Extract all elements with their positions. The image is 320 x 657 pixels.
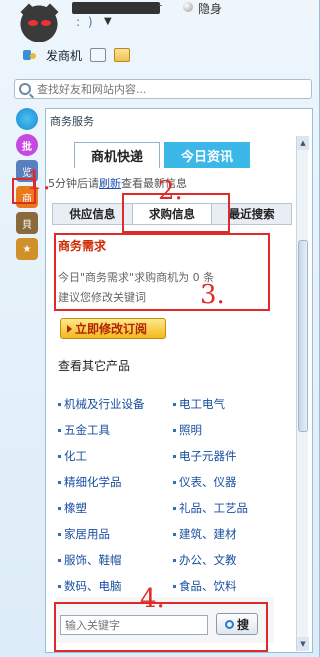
side-item-shop-icon[interactable]: 貝 [16,212,38,234]
subtab-supply[interactable]: 供应信息 [53,204,132,224]
scroll-up-icon[interactable]: ▲ [297,136,309,150]
category-link[interactable]: 照明 [173,422,288,438]
category-link[interactable]: 办公、文教 [173,552,288,568]
status-icon[interactable] [183,2,193,12]
side-item-chat-icon[interactable] [16,108,38,130]
annotation-number-4: 4. [140,584,165,614]
sms-icon[interactable] [22,48,38,62]
category-link[interactable]: 电子元器件 [173,448,288,464]
search-bar[interactable] [14,79,312,99]
category-row: 机械及行业设备 电工电气 [58,391,288,417]
side-item-batch-icon[interactable]: 批 [16,134,38,156]
category-row: 化工 电子元器件 [58,443,288,469]
category-link[interactable]: 礼品、工艺品 [173,500,288,516]
category-row: 数码、电脑 食品、饮料 [58,573,288,599]
nickname-tail: - [158,0,163,12]
header: - 隐身 : ) ▼ 发商机 [0,0,320,78]
category-link[interactable]: 电工电气 [173,396,288,412]
scroll-down-icon[interactable]: ▼ [297,637,309,651]
category-link[interactable]: 橡塑 [58,500,173,516]
play-icon [67,324,72,333]
category-link[interactable]: 仪表、仪器 [173,474,288,490]
category-link[interactable]: 建筑、建材 [173,526,288,542]
side-item-star-icon[interactable]: ★ [16,238,38,260]
annotation-number-1: 1. [26,166,51,196]
refresh-prefix: 5分钟后请 [48,177,99,190]
category-row: 五金工具 照明 [58,417,288,443]
category-link[interactable]: 服饰、鞋帽 [58,552,173,568]
status-text[interactable]: 隐身 [198,0,222,17]
send-business-button[interactable]: 发商机 [46,47,82,64]
tab-today-news[interactable]: 今日资讯 [164,142,250,168]
scroll-thumb[interactable] [298,240,308,432]
other-products-title: 查看其它产品 [58,359,131,373]
category-link[interactable]: 精细化学品 [58,474,173,490]
category-link[interactable]: 食品、饮料 [173,578,288,594]
annotation-number-2: 2. [158,176,183,206]
annotation-number-3: 3. [200,280,225,310]
category-link[interactable]: 化工 [58,448,173,464]
chevron-down-icon[interactable]: ▼ [104,16,112,27]
mood-text[interactable]: : ) [76,15,95,29]
search-input[interactable] [37,82,287,96]
toolbar: 发商机 [22,46,131,64]
category-list: 机械及行业设备 电工电气 五金工具 照明 化工 电子元器件 精细化学品 仪表、仪… [58,391,288,599]
annotation-box-3 [54,233,270,311]
contacts-icon[interactable] [90,48,107,62]
app-window: - 隐身 : ) ▼ 发商机 批 览 商 貝 ★ 商务服务 商机快递 今日资讯 … [0,0,320,657]
modify-subscription-label: 立即修改订阅 [75,322,148,336]
panel-title: 商务服务 [50,115,94,128]
tab-business-express[interactable]: 商机快递 [74,142,160,168]
category-row: 服饰、鞋帽 办公、文教 [58,547,288,573]
category-row: 精细化学品 仪表、仪器 [58,469,288,495]
nickname-redacted [72,2,160,14]
scrollbar[interactable]: ▲ ▼ [296,136,309,651]
modify-subscription-button[interactable]: 立即修改订阅 [60,318,166,339]
mailbox-icon[interactable] [114,48,131,62]
category-link[interactable]: 机械及行业设备 [58,396,173,412]
main-tabs: 商机快递 今日资讯 [74,142,250,168]
search-icon [19,83,31,95]
category-row: 橡塑 礼品、工艺品 [58,495,288,521]
category-row: 家居用品 建筑、建材 [58,521,288,547]
category-link[interactable]: 家居用品 [58,526,173,542]
refresh-link[interactable]: 刷新 [99,177,121,190]
category-link[interactable]: 五金工具 [58,422,173,438]
avatar[interactable] [14,2,64,42]
